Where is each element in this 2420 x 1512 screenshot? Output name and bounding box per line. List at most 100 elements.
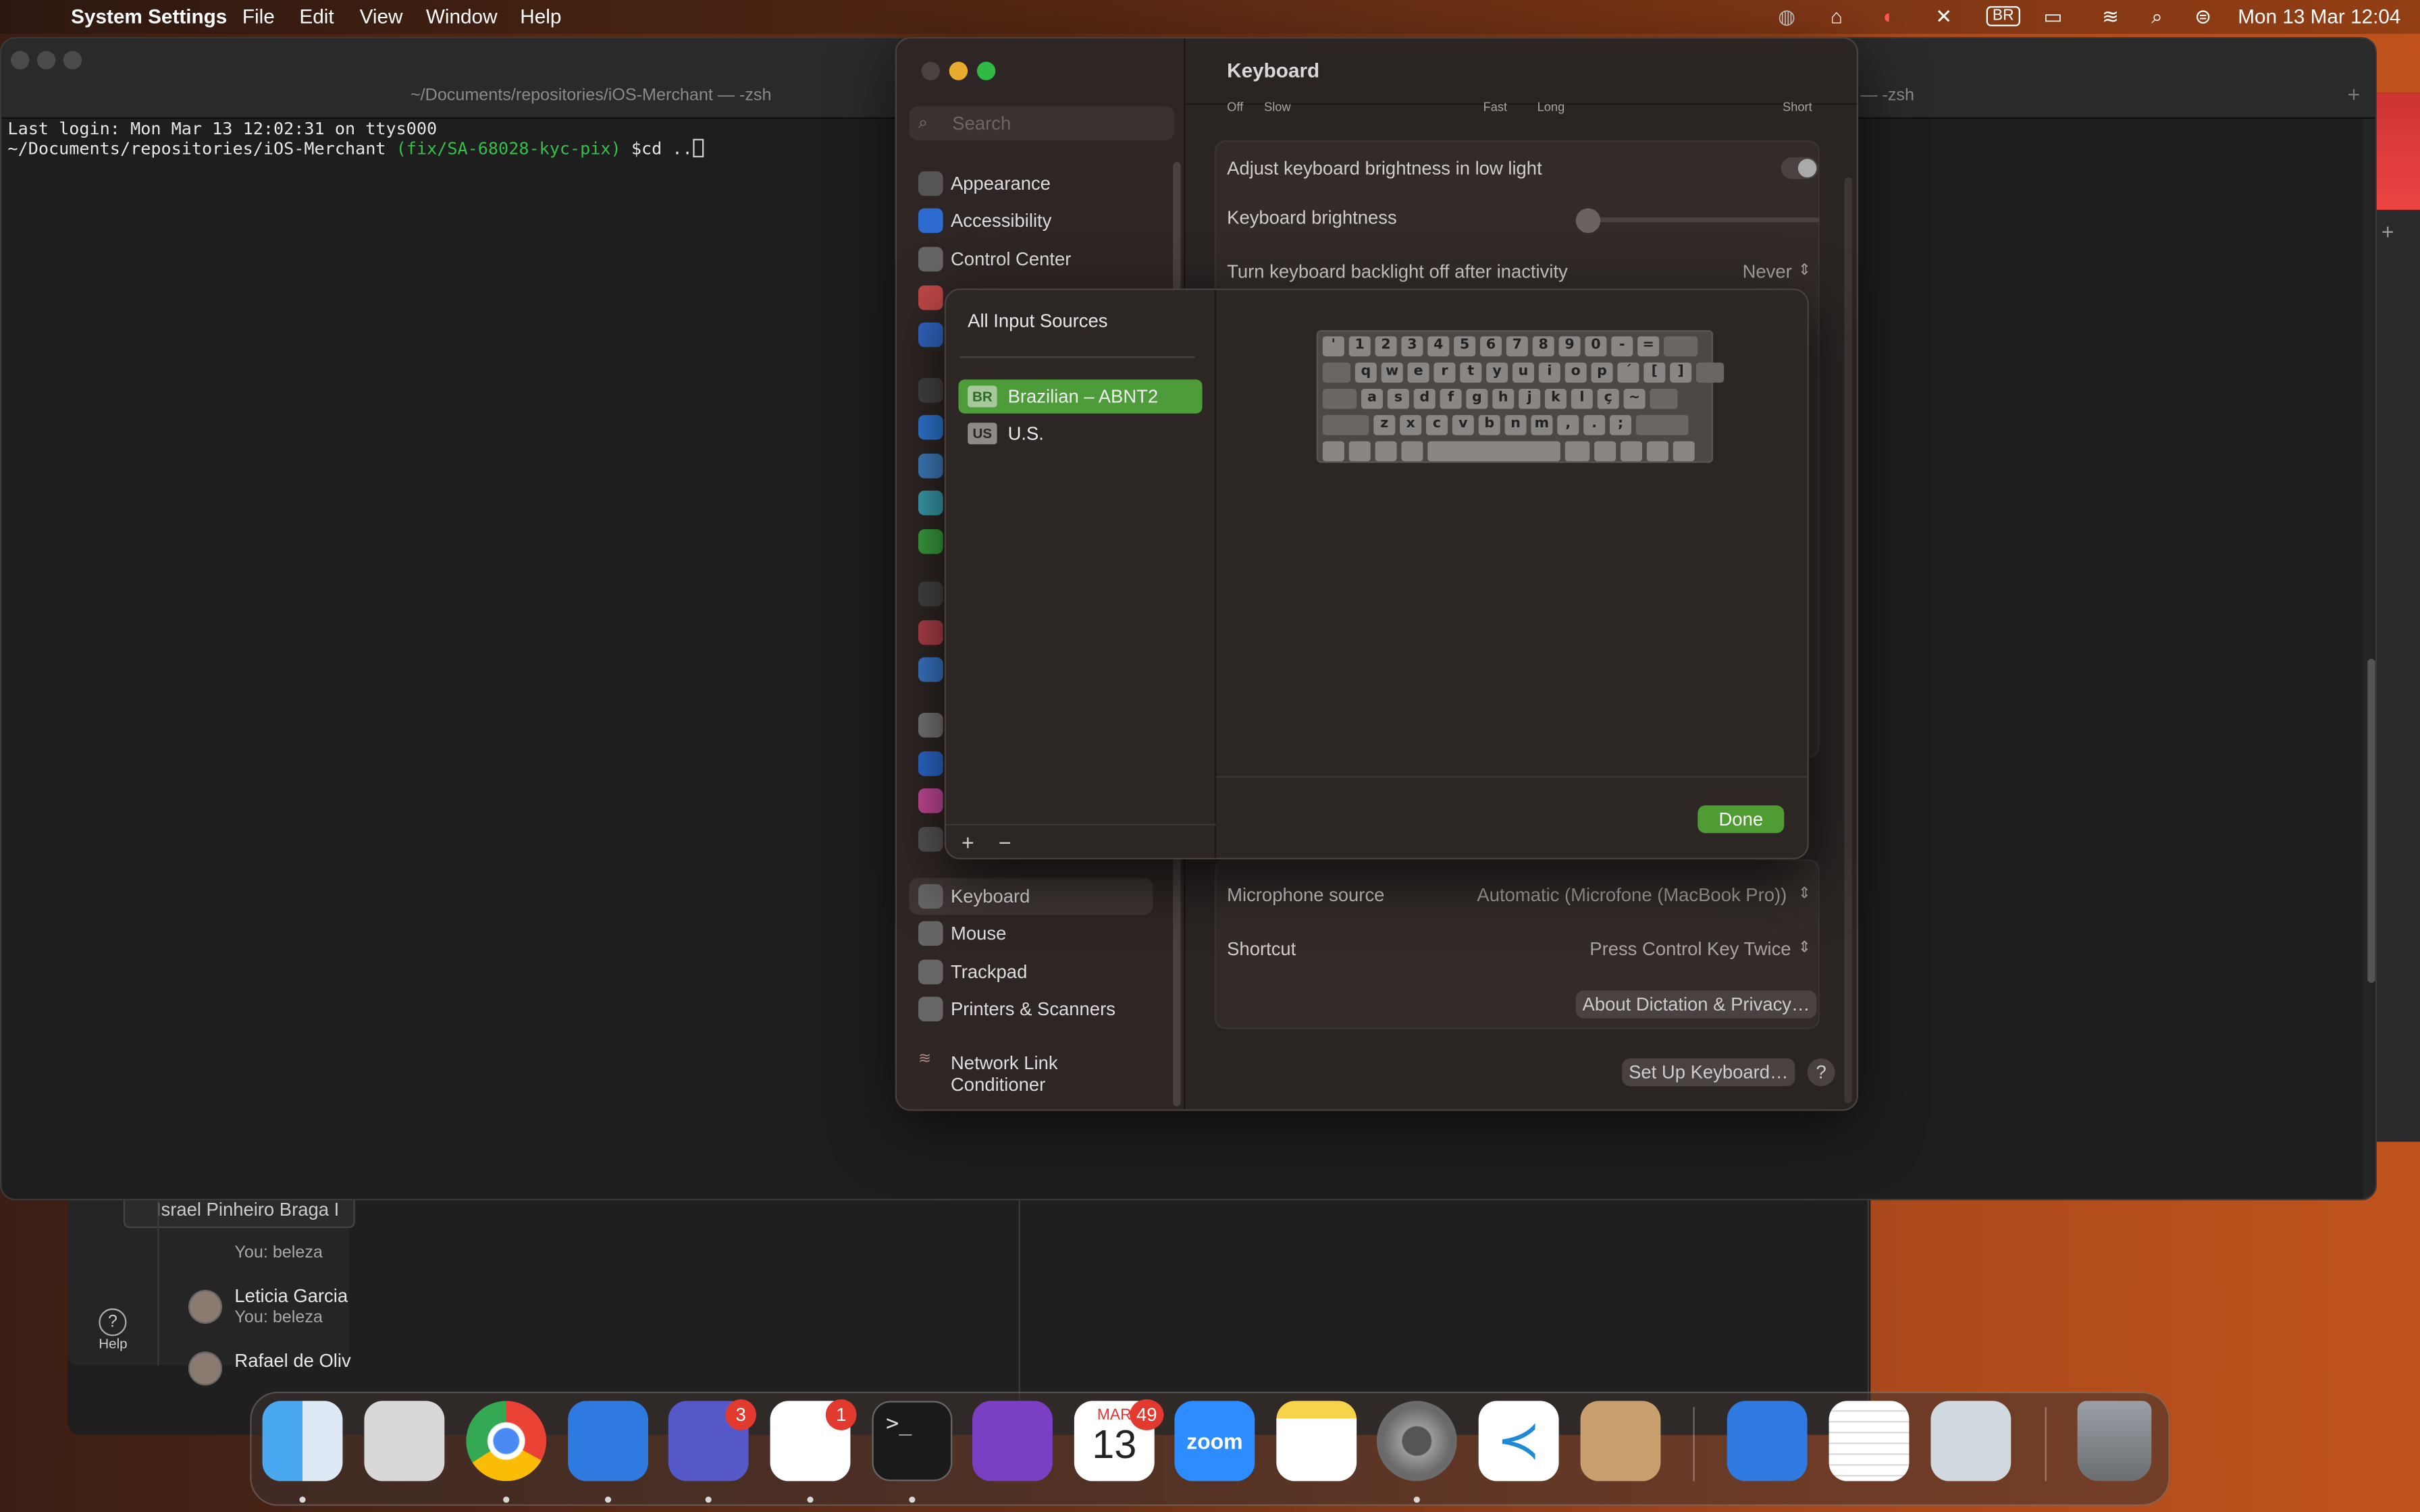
keycap: 3 xyxy=(1401,336,1423,356)
screensaver-icon[interactable] xyxy=(918,490,943,516)
calendar-notification-badge: 49 xyxy=(1130,1399,1164,1430)
trash-icon[interactable] xyxy=(2077,1401,2152,1482)
touch-id-icon[interactable] xyxy=(918,620,943,645)
backlight-off-label: Turn keyboard backlight off after inacti… xyxy=(1227,261,1568,283)
close-button[interactable] xyxy=(11,51,30,70)
chat-preview[interactable]: You: beleza xyxy=(234,1243,323,1262)
battery-icon[interactable]: ▭ xyxy=(2043,5,2062,30)
minimize-button[interactable] xyxy=(36,51,56,70)
backlight-off-select[interactable]: Never xyxy=(1743,261,1792,282)
sidebar-label: Appearance xyxy=(951,173,1051,194)
passwords-icon[interactable] xyxy=(918,713,943,738)
chat-name[interactable]: Rafael de Oliv xyxy=(234,1350,350,1372)
wallpaper-icon[interactable] xyxy=(918,454,943,479)
finder-icon[interactable] xyxy=(262,1401,343,1482)
mic-muted-icon[interactable]: ✕ xyxy=(1935,5,1952,30)
scrollbar-track[interactable] xyxy=(2363,119,2375,1199)
keycap: q xyxy=(1354,362,1377,383)
antivirus-icon[interactable]: ◐ xyxy=(1883,5,1895,28)
notes-icon[interactable] xyxy=(1276,1401,1357,1482)
spotlight-search-icon[interactable]: ⌕ xyxy=(2151,5,2163,30)
mic-source-label: Microphone source xyxy=(1227,884,1385,906)
slider-label: Long xyxy=(1537,100,1565,115)
sheet-header: All Input Sources xyxy=(968,310,1108,332)
chat-preview[interactable]: You: beleza xyxy=(234,1308,323,1326)
menu-file[interactable]: File xyxy=(242,5,275,28)
menu-view[interactable]: View xyxy=(360,5,403,28)
internet-accounts-icon[interactable] xyxy=(918,751,943,776)
new-tab-icon[interactable]: + xyxy=(2348,82,2361,107)
system-settings-icon[interactable] xyxy=(1376,1401,1457,1482)
menu-edit[interactable]: Edit xyxy=(299,5,334,28)
preview-icon[interactable] xyxy=(1930,1401,2011,1482)
github-desktop-icon[interactable] xyxy=(972,1401,1053,1482)
chrome-icon[interactable] xyxy=(466,1401,547,1482)
app-store-icon[interactable] xyxy=(1727,1401,1808,1482)
wallet-icon[interactable] xyxy=(918,827,943,852)
teams-chat-sidebar: Israel Pinheiro Braga I You: beleza Leti… xyxy=(68,1188,355,1386)
running-indicator xyxy=(503,1496,510,1503)
control-center-icon[interactable]: ⊜ xyxy=(2194,5,2211,30)
keycap: , xyxy=(1557,414,1579,435)
adjust-brightness-toggle[interactable] xyxy=(1781,157,1818,180)
shield-icon[interactable]: ⌂ xyxy=(1831,5,1843,28)
battery-icon[interactable] xyxy=(918,529,943,554)
menu-window[interactable]: Window xyxy=(426,5,498,28)
archive-utility-icon[interactable] xyxy=(1580,1401,1661,1482)
dock-separator xyxy=(2045,1407,2047,1482)
wifi-icon[interactable]: ≋ xyxy=(2102,5,2119,30)
add-source-button[interactable]: + xyxy=(962,830,974,855)
keycap: [ xyxy=(1643,362,1666,383)
scrollbar-thumb[interactable] xyxy=(2367,659,2375,983)
input-source-us[interactable]: US U.S. xyxy=(958,416,1202,450)
vpn-icon[interactable]: ◍ xyxy=(1778,5,1795,30)
search-input[interactable]: Search xyxy=(909,106,1175,141)
brightness-slider[interactable] xyxy=(1575,208,1820,234)
terminal-icon[interactable]: >_ xyxy=(872,1401,953,1482)
terminal-output[interactable]: Last login: Mon Mar 13 12:02:31 on ttys0… xyxy=(7,119,704,159)
mic-source-select[interactable]: Automatic (Microfone (MacBook Pro)) xyxy=(1477,884,1787,906)
game-center-icon[interactable] xyxy=(918,788,943,813)
clock[interactable]: Mon 13 Mar 12:04 xyxy=(2238,5,2400,28)
users-icon[interactable] xyxy=(918,657,943,682)
prompt-path: ~/Documents/repositories/iOS-Merchant xyxy=(7,138,396,159)
help-icon[interactable]: ? xyxy=(99,1308,127,1336)
setup-keyboard-button[interactable]: Set Up Keyboard… xyxy=(1622,1058,1795,1087)
zoom-button[interactable] xyxy=(976,61,996,80)
keycap: r xyxy=(1433,362,1456,383)
launchpad-icon[interactable] xyxy=(364,1401,445,1482)
about-dictation-button[interactable]: About Dictation & Privacy… xyxy=(1575,990,1817,1019)
vscode-icon[interactable]: ≺ xyxy=(1478,1401,1559,1482)
keycap: 2 xyxy=(1375,336,1397,356)
close-button[interactable] xyxy=(921,61,941,80)
content-scrollbar[interactable] xyxy=(1844,177,1852,1104)
keycap: ] xyxy=(1670,362,1692,383)
slider-knob[interactable] xyxy=(1575,208,1601,234)
add-icon[interactable]: + xyxy=(2382,219,2394,244)
privacy-icon[interactable] xyxy=(918,322,943,348)
lock-screen-icon[interactable] xyxy=(918,581,943,607)
zoom-icon[interactable]: zoom xyxy=(1174,1401,1255,1482)
input-sources-list: All Input Sources BR Brazilian – ABNT2 U… xyxy=(946,290,1217,858)
desktop-icon[interactable] xyxy=(918,378,943,403)
done-button[interactable]: Done xyxy=(1698,805,1785,834)
xcode-icon[interactable] xyxy=(568,1401,649,1482)
keycap: i xyxy=(1538,362,1560,383)
minimize-button[interactable] xyxy=(949,61,968,80)
input-source-indicator[interactable]: BR xyxy=(1986,6,2020,26)
input-source-brazilian[interactable]: BR Brazilian – ABNT2 xyxy=(958,379,1203,414)
shortcut-select[interactable]: Press Control Key Twice xyxy=(1589,938,1791,960)
chevron-updown-icon: ⇕ xyxy=(1797,940,1812,957)
modifier-key xyxy=(1322,414,1369,435)
displays-icon[interactable] xyxy=(918,414,943,440)
siri-icon[interactable] xyxy=(918,285,943,310)
textedit-icon[interactable] xyxy=(1829,1401,1910,1482)
keycap: o xyxy=(1564,362,1587,383)
remove-source-button[interactable]: − xyxy=(999,830,1011,855)
zoom-button[interactable] xyxy=(63,51,82,70)
chat-name[interactable]: Leticia Garcia xyxy=(234,1285,348,1307)
help-button[interactable]: ? xyxy=(1807,1058,1835,1087)
menu-app-name[interactable]: System Settings xyxy=(71,5,227,28)
menu-help[interactable]: Help xyxy=(520,5,561,28)
input-sources-sheet[interactable]: All Input Sources BR Brazilian – ABNT2 U… xyxy=(944,288,1809,860)
